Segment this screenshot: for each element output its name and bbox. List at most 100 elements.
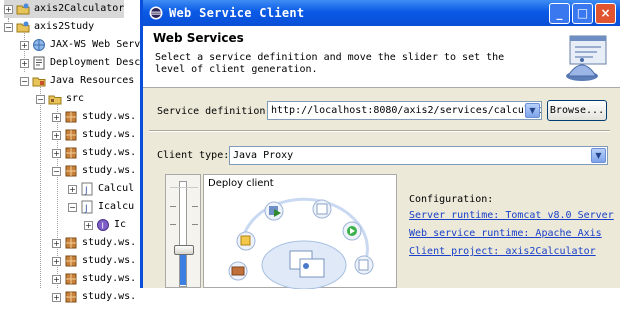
expand-icon[interactable]: + (52, 256, 61, 266)
dialog-title: Web Service Client (169, 6, 305, 20)
expand-icon[interactable]: + (4, 4, 13, 14)
configuration-heading: Configuration: (409, 194, 494, 205)
assemble-icon (312, 199, 332, 219)
client-type-value: Java Proxy (233, 150, 294, 161)
close-icon: × (600, 6, 611, 20)
banner-description: Select a service definition and move the… (155, 52, 505, 75)
tree-item[interactable]: − J Icalcu (68, 198, 134, 216)
expand-icon[interactable]: + (20, 58, 29, 68)
slider-ticks (170, 187, 198, 277)
tree-item[interactable]: + axis2Calculator (4, 0, 125, 18)
collapse-icon[interactable]: − (4, 22, 13, 32)
maximize-icon: □ (576, 6, 589, 20)
service-definition-value: http://localhost:8080/axis2/services/cal… (271, 105, 542, 116)
collapse-icon[interactable]: − (68, 202, 77, 212)
tree-item-label: Icalcu (98, 201, 135, 212)
develop-wsdl-icon (236, 231, 256, 251)
client-type-combo[interactable]: Java Proxy ▼ (229, 146, 608, 165)
package-icon (64, 128, 78, 142)
client-type-label: Client type: (157, 150, 230, 161)
expand-icon[interactable]: + (52, 148, 61, 158)
tree-item[interactable]: + J Calcul (68, 180, 134, 198)
separator (149, 130, 610, 132)
dialog-titlebar[interactable]: Web Service Client _ □ × (143, 0, 620, 26)
tree-item-label: Ic (114, 219, 127, 230)
interface-icon: I (96, 218, 110, 232)
tree-item[interactable]: + I Ic (84, 216, 126, 234)
collapse-icon[interactable]: − (36, 94, 45, 104)
expand-icon[interactable]: + (52, 130, 61, 140)
tree-item[interactable]: − Java Resources (20, 72, 134, 90)
chevron-down-icon[interactable]: ▼ (591, 148, 606, 163)
tree-item[interactable]: − study.ws. (52, 162, 136, 180)
banner-title: Web Services (153, 31, 244, 45)
tree-item-label: study.ws. (82, 273, 137, 284)
tree-item-label: study.ws. (82, 147, 137, 158)
collapse-icon[interactable]: − (20, 76, 29, 86)
minimize-button[interactable]: _ (549, 3, 570, 24)
expand-icon[interactable]: + (68, 184, 77, 194)
expand-icon[interactable]: + (52, 112, 61, 122)
web-services-icon (32, 38, 46, 52)
package-icon (64, 146, 78, 160)
web-service-wizard-icon (560, 32, 612, 84)
tree-item-label: study.ws. (82, 165, 137, 176)
close-button[interactable]: × (595, 3, 616, 24)
java-file-icon: J (80, 182, 94, 196)
project-explorer-tree: + axis2Calculator − axis2Study + JAX-WS Web S… (0, 0, 150, 303)
source-folder-icon (48, 92, 62, 106)
package-icon (64, 290, 78, 304)
tree-item-label: study.ws. (82, 111, 137, 122)
tree-item-label: Deployment Descr (50, 57, 147, 68)
collapse-icon[interactable]: − (52, 166, 61, 176)
tree-item[interactable]: + study.ws. (52, 288, 136, 306)
minimize-icon: _ (556, 6, 563, 20)
expand-icon[interactable]: + (84, 220, 93, 230)
package-icon (64, 164, 78, 178)
client-generation-slider[interactable] (165, 174, 201, 288)
package-icon (64, 272, 78, 286)
maximize-button[interactable]: □ (572, 3, 593, 24)
tree-item[interactable]: + study.ws. (52, 126, 136, 144)
tree-item-label: src (66, 93, 85, 104)
server-runtime-link[interactable]: Server runtime: Tomcat v8.0 Server (409, 210, 614, 221)
tree-item[interactable]: − src (36, 90, 84, 108)
expand-icon[interactable]: + (20, 40, 29, 50)
tree-item[interactable]: − axis2Study (4, 18, 94, 36)
project-icon (16, 20, 30, 34)
slider-thumb[interactable] (174, 245, 194, 255)
service-definition-label: Service definition: (157, 106, 272, 117)
expand-icon[interactable]: + (52, 292, 61, 302)
web-service-runtime-link[interactable]: Web service runtime: Apache Axis (409, 228, 602, 239)
tree-item[interactable]: + Deployment Descr (20, 54, 146, 72)
tree-item[interactable]: + JAX-WS Web Servi (20, 36, 146, 54)
tree-item-label: study.ws. (82, 237, 137, 248)
package-icon (228, 261, 248, 281)
client-project-link[interactable]: Client project: axis2Calculator (409, 246, 596, 257)
tree-item-label: JAX-WS Web Servi (50, 39, 147, 50)
tree-item-label: axis2Study (34, 21, 95, 32)
expand-icon[interactable]: + (52, 238, 61, 248)
client-generation-preview: Deploy client (203, 174, 397, 289)
tree-item-label: study.ws. (82, 129, 137, 140)
service-definition-combo[interactable]: http://localhost:8080/axis2/services/cal… (267, 101, 542, 120)
svg-text:J: J (84, 204, 88, 214)
tree-item[interactable]: + study.ws. (52, 234, 136, 252)
browse-button[interactable]: Browse... (547, 100, 607, 121)
java-file-icon: J (80, 200, 94, 214)
package-icon (64, 254, 78, 268)
chevron-down-icon[interactable]: ▼ (525, 103, 540, 118)
tree-item[interactable]: + study.ws. (52, 108, 136, 126)
web-service-client-dialog: Web Service Client _ □ × Web Services Se… (140, 0, 620, 289)
wizard-banner: Web Services Select a service definition… (143, 26, 620, 88)
package-icon (64, 236, 78, 250)
java-resources-icon (32, 74, 46, 88)
expand-icon[interactable]: + (52, 274, 61, 284)
tree-item[interactable]: + study.ws. (52, 270, 136, 288)
install-icon (354, 255, 374, 275)
tree-item-label: study.ws. (82, 255, 137, 266)
tree-item[interactable]: + study.ws. (52, 144, 136, 162)
tree-item[interactable]: + study.ws. (52, 252, 136, 270)
package-icon (64, 110, 78, 124)
tree-item-label: Calcul (98, 183, 135, 194)
